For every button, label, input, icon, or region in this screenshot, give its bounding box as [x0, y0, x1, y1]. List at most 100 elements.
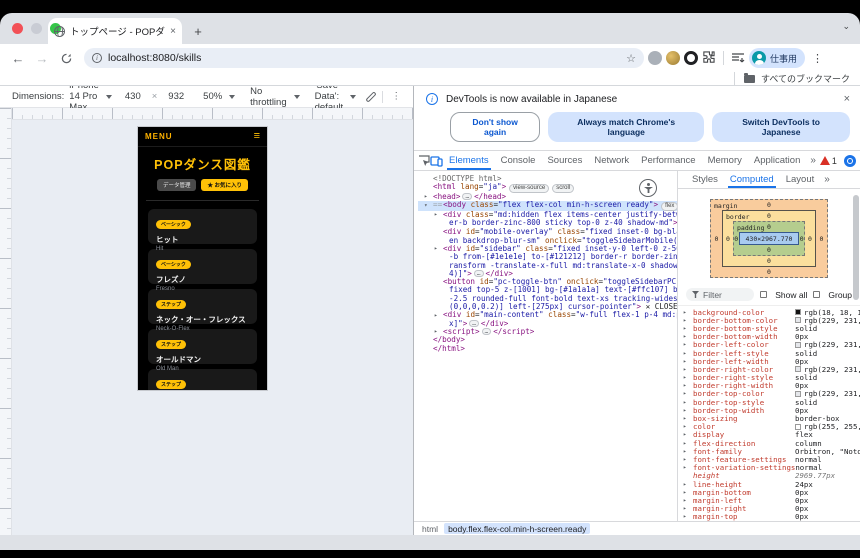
property-expand-icon[interactable]: ▸ — [683, 497, 687, 504]
devtools-tab-memory[interactable]: Memory — [702, 151, 748, 170]
property-expand-icon[interactable]: ▸ — [683, 325, 687, 332]
extension-icon-3[interactable] — [684, 51, 698, 65]
skill-card[interactable]: ステップ オールドマン Old Man — [148, 329, 257, 372]
site-info-icon[interactable]: i — [92, 53, 102, 63]
extensions-puzzle-icon[interactable] — [702, 51, 716, 65]
breadcrumb-item[interactable]: html — [422, 524, 438, 534]
devtools-tab-sources[interactable]: Sources — [541, 151, 588, 170]
new-tab-button[interactable]: + — [190, 24, 206, 39]
property-expand-icon[interactable]: ▸ — [683, 333, 687, 340]
property-expand-icon[interactable]: ▸ — [683, 309, 687, 316]
sidebar-tab-computed[interactable]: Computed — [724, 171, 780, 188]
devtools-tab-console[interactable]: Console — [495, 151, 542, 170]
property-expand-icon[interactable]: ▸ — [683, 431, 687, 438]
sidebar-tab-styles[interactable]: Styles — [686, 171, 724, 188]
property-expand-icon[interactable]: ▸ — [683, 382, 687, 389]
data-manage-button[interactable]: データ管理 — [156, 179, 197, 191]
devtools-tab-elements[interactable]: Elements — [443, 151, 495, 170]
box-model-content-size[interactable]: 430×2967.770 — [738, 232, 800, 245]
property-expand-icon[interactable]: ▸ — [683, 456, 687, 463]
property-expand-icon[interactable]: ▸ — [683, 390, 687, 397]
dom-badge-scroll[interactable]: scroll — [552, 183, 575, 193]
rotate-device-icon[interactable] — [365, 90, 377, 103]
minimize-window-button[interactable] — [31, 23, 42, 34]
skill-card[interactable]: ステップ ネック・オー・フレックス Neck-O-Flex — [148, 289, 257, 332]
property-expand-icon[interactable]: ▸ — [683, 448, 687, 455]
property-expand-icon[interactable]: ▸ — [683, 358, 687, 365]
property-expand-icon[interactable]: ▸ — [683, 464, 687, 471]
property-expand-icon[interactable]: ▸ — [683, 513, 687, 520]
filter-input[interactable]: Filter — [686, 288, 755, 301]
issues-counter[interactable]: 1 — [819, 156, 837, 166]
property-expand-icon[interactable]: ▸ — [683, 505, 687, 512]
url-text[interactable]: localhost:8080/skills — [108, 52, 620, 64]
sidebar-scrollbar-thumb[interactable] — [853, 195, 859, 300]
extension-icon-1[interactable] — [648, 51, 662, 65]
breadcrumb-item[interactable]: body.flex.flex-col.min-h-screen.ready — [444, 523, 591, 534]
device-toolbar-toggle-icon[interactable] — [430, 151, 443, 170]
box-model-padding[interactable]: padding 0 0 430×2967.770 0 0 — [733, 221, 805, 256]
favorites-button[interactable]: ★ お気に入り — [201, 179, 249, 191]
collapsed-content-icon[interactable]: … — [473, 269, 484, 277]
device-toolbar-menu-icon[interactable]: ⋮ — [392, 91, 402, 102]
forward-button[interactable]: → — [32, 48, 52, 68]
close-window-button[interactable] — [12, 23, 23, 34]
property-expand-icon[interactable]: ▸ — [683, 341, 687, 348]
box-model-margin[interactable]: margin 0 0 border 0 0 padding 0 0 430×2967.770 0 0 0… — [710, 199, 828, 278]
property-expand-icon[interactable]: ▸ — [683, 440, 687, 447]
devtools-tab-application[interactable]: Application — [748, 151, 806, 170]
all-bookmarks-button[interactable]: すべてのブックマーク — [761, 72, 850, 85]
bookmark-star-icon[interactable]: ☆ — [626, 52, 636, 65]
skill-card[interactable]: ベーシック ヒット Hit — [148, 209, 257, 252]
skill-card[interactable]: ステップウォークアウト — [148, 369, 257, 390]
blue-circle-icon[interactable] — [843, 154, 856, 167]
more-tabs-icon[interactable]: » — [806, 151, 820, 170]
box-model-diagram[interactable]: margin 0 0 border 0 0 padding 0 0 430×2967.770 0 0 0… — [678, 189, 860, 284]
property-expand-icon[interactable]: ▸ — [683, 374, 687, 381]
property-expand-icon[interactable]: ▸ — [683, 423, 687, 430]
property-expand-icon[interactable]: ▸ — [683, 415, 687, 422]
address-bar[interactable]: i localhost:8080/skills ☆ — [84, 48, 644, 68]
sidebar-tab-layout[interactable]: Layout — [780, 171, 821, 188]
profile-chip[interactable]: 仕事用 — [749, 48, 806, 68]
property-expand-icon[interactable]: ▸ — [683, 317, 687, 324]
device-width-input[interactable]: 430 — [125, 91, 141, 102]
sidebar-more-tabs-icon[interactable]: » — [820, 171, 834, 188]
tab-search-chevron-icon[interactable]: ⌄ — [842, 21, 850, 32]
browser-menu-icon[interactable]: ⋮ — [809, 52, 826, 65]
accessibility-person-icon[interactable] — [639, 179, 657, 197]
notification-button-3[interactable]: Switch DevTools to Japanese — [712, 112, 850, 142]
reload-button[interactable] — [56, 48, 76, 68]
devtools-tab-performance[interactable]: Performance — [635, 151, 701, 170]
extension-icon-2[interactable] — [666, 51, 680, 65]
side-panel-icon[interactable] — [731, 52, 745, 64]
skill-card[interactable]: ベーシック フレズノ Fresno — [148, 249, 257, 292]
dom-tree-line[interactable]: </html> — [418, 344, 677, 353]
browser-tab[interactable]: トップページ - POPダンス図鑑 × — [48, 18, 182, 44]
collapse-arrow-icon[interactable]: ▾ — [424, 202, 428, 210]
property-expand-icon[interactable]: ▸ — [683, 489, 687, 496]
notification-close-icon[interactable]: × — [844, 93, 850, 105]
notification-button-2[interactable]: Always match Chrome's language — [548, 112, 705, 142]
group-checkbox[interactable] — [813, 291, 821, 298]
device-height-input[interactable]: 932 — [168, 91, 184, 102]
property-expand-icon[interactable]: ▸ — [683, 366, 687, 373]
box-model-border[interactable]: border 0 0 padding 0 0 430×2967.770 0 0 0 0 — [722, 210, 816, 267]
tab-close-icon[interactable]: × — [170, 26, 176, 37]
devtools-tab-network[interactable]: Network — [588, 151, 635, 170]
throttling-select[interactable]: No throttling — [250, 86, 286, 108]
notification-button-1[interactable]: Don't show again — [450, 112, 541, 142]
hamburger-icon[interactable]: ≡ — [254, 131, 260, 142]
dom-badge-view-source[interactable]: view-source — [509, 183, 550, 193]
property-expand-icon[interactable]: ▸ — [683, 481, 687, 488]
back-button[interactable]: ← — [8, 48, 28, 68]
collapsed-content-icon[interactable]: … — [462, 192, 473, 200]
property-expand-icon[interactable]: ▸ — [683, 350, 687, 357]
collapsed-content-icon[interactable]: … — [481, 327, 492, 335]
property-expand-icon[interactable]: ▸ — [683, 407, 687, 414]
collapsed-content-icon[interactable]: … — [469, 319, 479, 327]
inspect-element-icon[interactable] — [418, 151, 430, 170]
property-expand-icon[interactable]: ▸ — [683, 399, 687, 406]
zoom-select[interactable]: 50% — [203, 91, 222, 102]
show-all-checkbox[interactable] — [760, 291, 768, 298]
